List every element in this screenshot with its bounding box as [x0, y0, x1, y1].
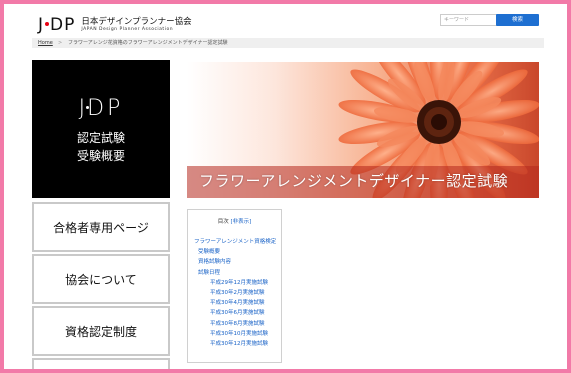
- sidebar-hero-line1: 認定試験: [76, 131, 125, 145]
- toc-item-schedule-h30-08[interactable]: 平成30年8月実施試験: [194, 319, 276, 329]
- toc-item-schedule-h29-12[interactable]: 平成29年12月実施試験: [194, 278, 276, 288]
- toc-item-schedule-h30-04[interactable]: 平成30年4月実施試験: [194, 298, 276, 308]
- logo-japanese-name: 日本デザインプランナー協会: [81, 16, 192, 27]
- sidebar-item-certification-system[interactable]: 資格認定制度: [32, 306, 170, 356]
- breadcrumb: Home > フラワーアレンジ花資格のフラワーアレンジメントデザイナー認定試験: [32, 38, 544, 48]
- toc-item-flower-qualification[interactable]: フラワーアレンジメント資格検定: [194, 237, 276, 247]
- toc-toggle-link[interactable]: [非表示]: [230, 219, 251, 225]
- breadcrumb-separator: >: [58, 40, 63, 46]
- page-frame: J DP 日本デザインプランナー協会 JAPAN Design Planner A…: [4, 4, 567, 369]
- banner-title: フラワーアレンジメントデザイナー認定試験: [199, 172, 509, 190]
- toc-item-exam-schedule[interactable]: 試験日程: [194, 268, 276, 278]
- toc-item-schedule-h30-06[interactable]: 平成30年6月実施試験: [194, 308, 276, 318]
- sidebar-item-partial[interactable]: [32, 358, 170, 369]
- site-logo[interactable]: J DP 日本デザインプランナー協会 JAPAN Design Planner A…: [38, 14, 192, 36]
- table-of-contents: 目次 [非表示] フラワーアレンジメント資格検定 受験概要 資格試験内容 試験日…: [187, 209, 282, 363]
- search-button[interactable]: 検索: [496, 14, 539, 26]
- sidebar-item-about-association[interactable]: 協会について: [32, 254, 170, 304]
- toc-title: 目次: [217, 219, 229, 225]
- hero-banner: フラワーアレンジメントデザイナー認定試験: [187, 62, 539, 198]
- logo-mark: J DP: [38, 15, 76, 35]
- toc-header: 目次 [非表示]: [188, 217, 281, 225]
- sidebar-item-passers-page[interactable]: 合格者専用ページ: [32, 202, 170, 252]
- breadcrumb-current: フラワーアレンジ花資格のフラワーアレンジメントデザイナー認定試験: [68, 40, 228, 46]
- logo-english-name: JAPAN Design Planner Association: [81, 27, 174, 32]
- toc-item-schedule-h30-02[interactable]: 平成30年2月実施試験: [194, 288, 276, 298]
- toc-item-schedule-h30-10[interactable]: 平成30年10月実施試験: [194, 329, 276, 339]
- toc-item-schedule-h30-12[interactable]: 平成30年12月実施試験: [194, 339, 276, 349]
- toc-item-exam-overview[interactable]: 受験概要: [194, 247, 276, 257]
- sidebar-jdp-logo: JDP: [78, 96, 124, 121]
- sidebar-hero-line2: 受験概要: [76, 149, 125, 163]
- sidebar-exam-overview-banner[interactable]: JDP 認定試験 受験概要: [32, 60, 170, 198]
- toc-list: フラワーアレンジメント資格検定 受験概要 資格試験内容 試験日程 平成29年12…: [194, 237, 276, 349]
- search-input[interactable]: キーワード: [440, 14, 498, 26]
- breadcrumb-home-link[interactable]: Home: [38, 38, 53, 48]
- toc-item-exam-content[interactable]: 資格試験内容: [194, 257, 276, 267]
